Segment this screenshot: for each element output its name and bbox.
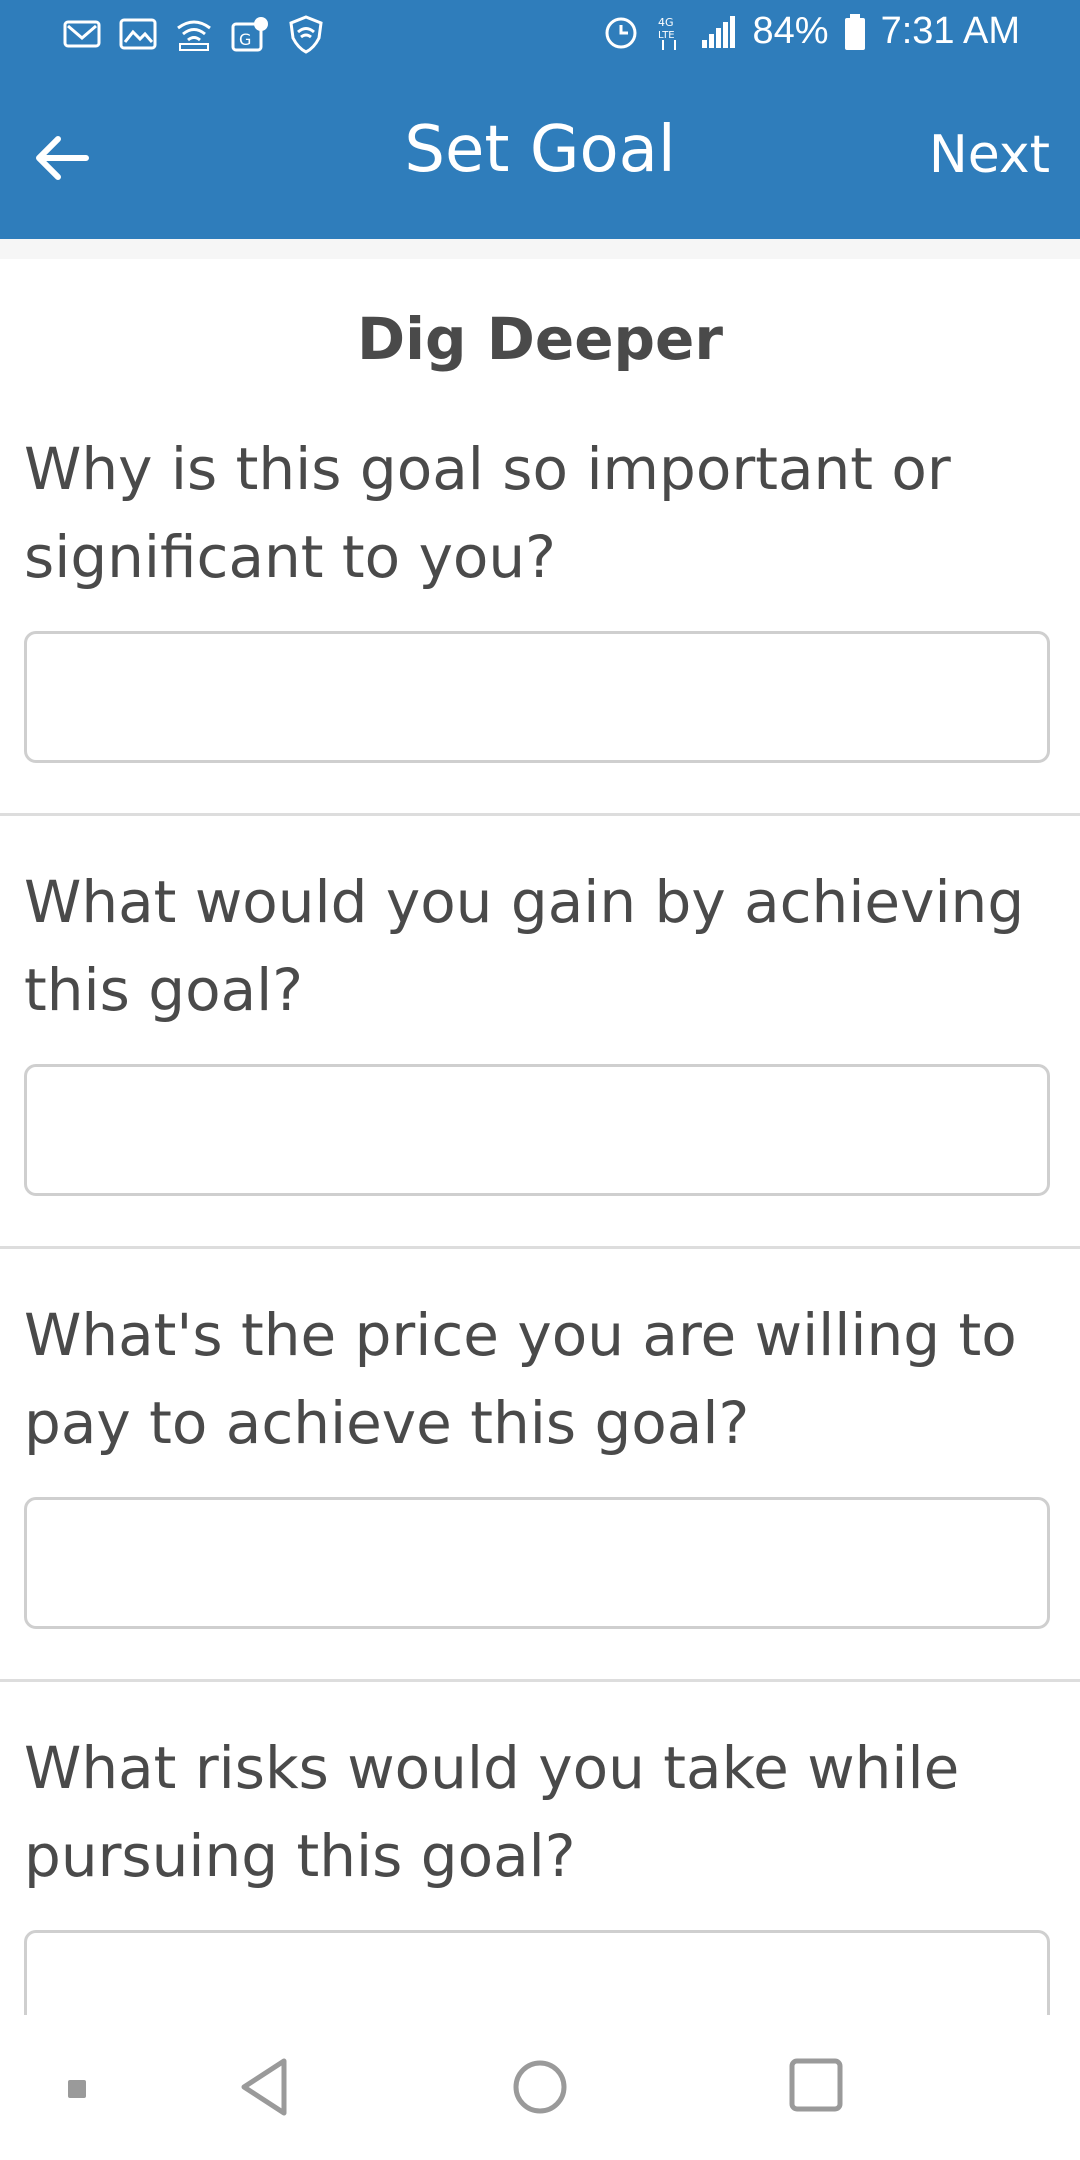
google-maps-icon: G	[231, 17, 268, 52]
battery-icon	[844, 13, 865, 50]
question-label: What's the price you are willing to pay …	[24, 1301, 1017, 1457]
question-label: What risks would you take while pursuing…	[24, 1734, 960, 1890]
question-block: What would you gain by achieving this go…	[0, 816, 1080, 1249]
home-circle-icon[interactable]	[510, 2057, 570, 2117]
section-title: Dig Deeper	[356, 305, 723, 373]
system-nav-bar	[0, 2015, 1080, 2160]
overview-square-icon[interactable]	[788, 2057, 844, 2113]
wifi-hotspot-icon	[177, 20, 211, 51]
4g-lte-icon: 4GLTE	[658, 16, 676, 50]
battery-percent: 84%	[752, 10, 829, 52]
back-triangle-icon[interactable]	[236, 2055, 290, 2119]
question-label: Why is this goal so important or signifi…	[24, 435, 951, 591]
alarm-icon	[605, 17, 637, 48]
svg-text:G: G	[239, 30, 251, 49]
page-title: Set Goal	[404, 113, 676, 187]
gmail-icon	[63, 20, 101, 48]
notification-icons: G	[62, 14, 326, 54]
vpn-shield-icon	[289, 15, 323, 54]
question-label: What would you gain by achieving this go…	[24, 868, 1025, 1024]
answer-input[interactable]	[24, 1497, 1050, 1629]
gallery-icon	[119, 18, 157, 50]
question-block: What's the price you are willing to pay …	[0, 1249, 1080, 1682]
answer-input[interactable]	[24, 1064, 1050, 1196]
app-bar: Set Goal Next	[0, 73, 1080, 239]
signal-icon	[701, 15, 735, 48]
status-bar: G 4G LTE 84% 7:31 AM	[0, 0, 1080, 73]
answer-input[interactable]	[24, 1930, 1050, 2015]
answer-input[interactable]	[24, 631, 1050, 763]
app-bar-shadow	[0, 239, 1080, 259]
question-block: Why is this goal so important or signifi…	[0, 379, 1080, 816]
svg-text:LTE: LTE	[658, 30, 675, 41]
clock: 7:31 AM	[880, 10, 1020, 52]
goal-form: Dig Deeper Why is this goal so important…	[0, 259, 1080, 2015]
next-button[interactable]: Next	[929, 125, 1050, 185]
recent-apps-dot-icon[interactable]	[68, 2080, 86, 2098]
svg-text:4G: 4G	[658, 16, 674, 29]
question-block: What risks would you take while pursuing…	[0, 1682, 1080, 2015]
system-status: 4G LTE 84% 7:31 AM	[601, 10, 1020, 53]
